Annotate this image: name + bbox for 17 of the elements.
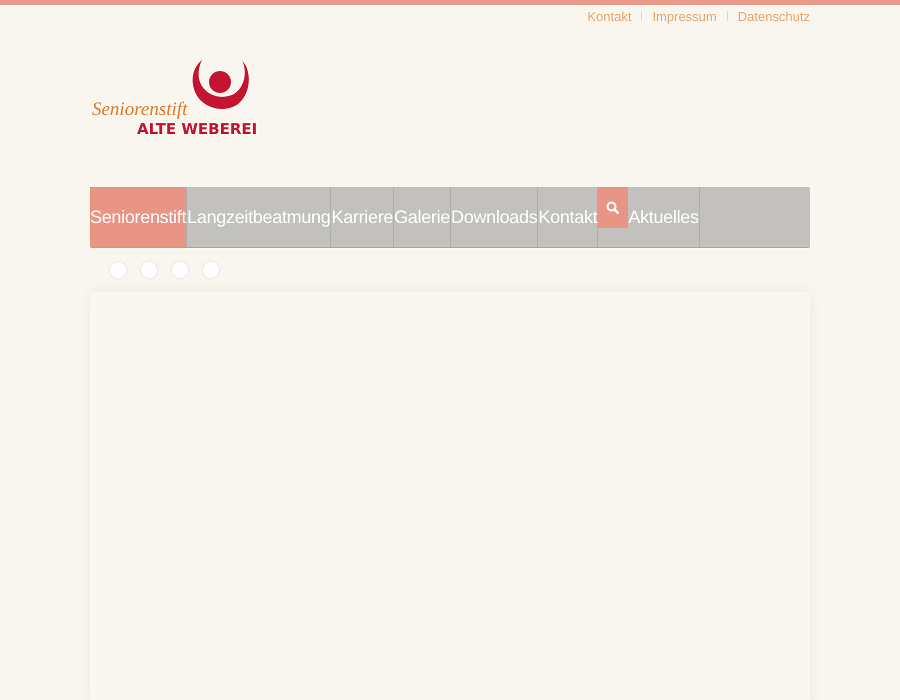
header-link[interactable]: Impressum xyxy=(652,8,717,24)
search-icon xyxy=(606,200,620,214)
slider-dot[interactable] xyxy=(110,262,126,278)
slider-dot[interactable] xyxy=(203,262,219,278)
nav-item[interactable]: Karriere xyxy=(331,187,394,247)
logo-subtitle: Seniorenstift xyxy=(92,100,188,120)
logo-title: ALTE WEBEREI xyxy=(137,120,258,138)
header-link[interactable]: Datenschutz xyxy=(738,8,810,24)
slider-dot[interactable] xyxy=(172,262,188,278)
nav-item[interactable]: Langzeitbeatmung xyxy=(187,187,332,247)
search-button[interactable] xyxy=(598,187,628,228)
nav-item[interactable]: Downloads xyxy=(451,187,538,247)
header-link[interactable]: Kontakt xyxy=(587,8,632,24)
nav-item[interactable]: Aktuelles xyxy=(628,187,700,247)
nav-item[interactable]: Galerie xyxy=(394,187,452,247)
slider-dot[interactable] xyxy=(141,262,157,278)
nav-item[interactable]: Seniorenstift xyxy=(90,187,188,247)
